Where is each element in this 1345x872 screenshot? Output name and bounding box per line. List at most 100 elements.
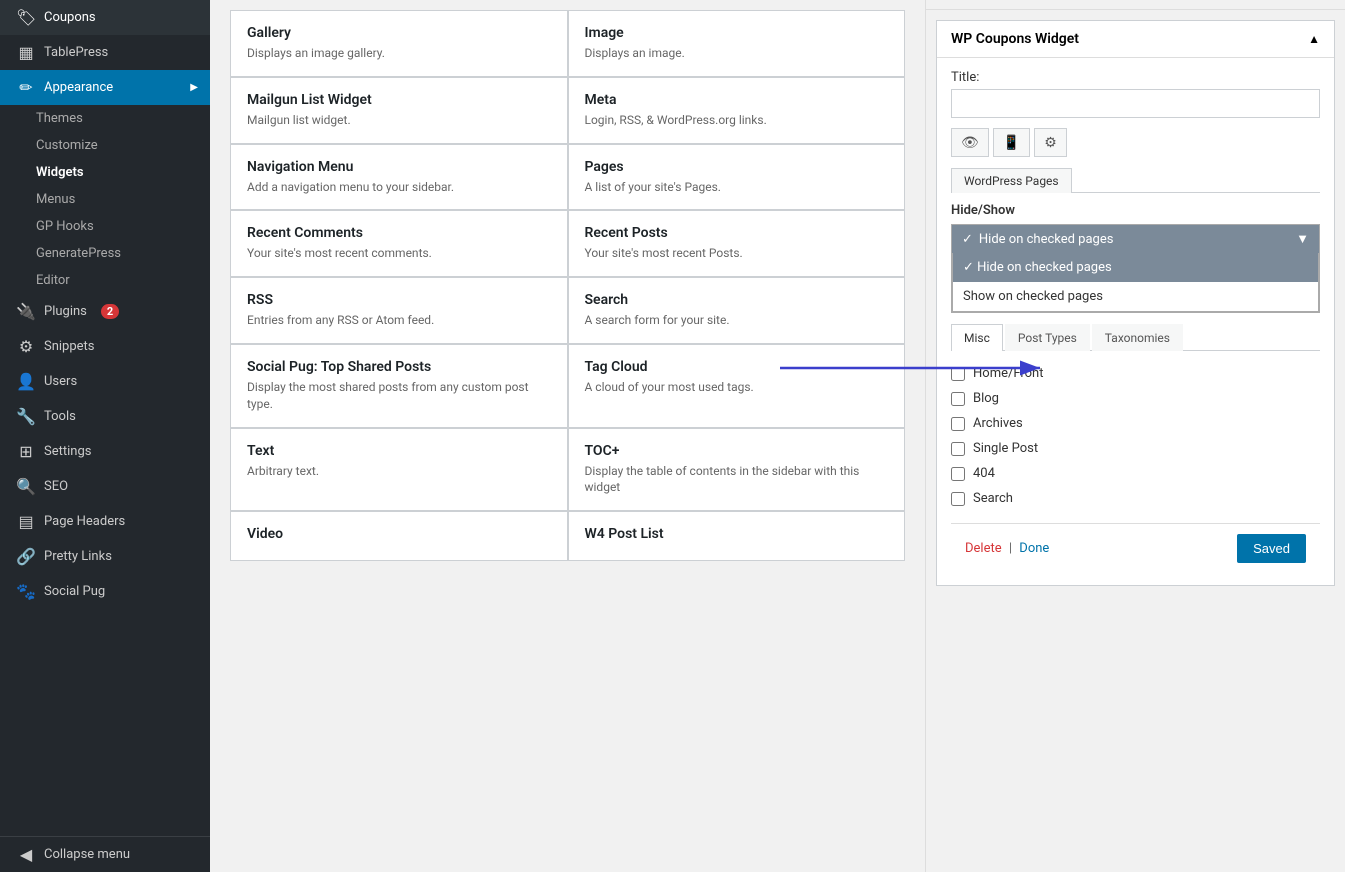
widget-body: Title: 👁 📱 ⚙ WordPress Pages Hide/Show xyxy=(937,58,1334,585)
widget-card-navigation-menu[interactable]: Navigation Menu Add a navigation menu to… xyxy=(230,144,568,211)
mobile-icon-btn[interactable]: 📱 xyxy=(993,128,1030,157)
widget-desc: A search form for your site. xyxy=(585,312,889,329)
widget-card-social-pug[interactable]: Social Pug: Top Shared Posts Display the… xyxy=(230,344,568,428)
dropdown-options: ✓ Hide on checked pages Show on checked … xyxy=(952,253,1319,312)
sidebar-item-page-headers[interactable]: ▤ Page Headers xyxy=(0,504,210,539)
widget-card-toc[interactable]: TOC+ Display the table of contents in th… xyxy=(568,428,906,512)
option-label: ✓ Hide on checked pages xyxy=(963,260,1112,275)
icon-row: 👁 📱 ⚙ xyxy=(951,128,1320,157)
sidebar-item-label: SEO xyxy=(44,479,68,494)
dropdown-selected-option[interactable]: ✓ Hide on checked pages ▼ xyxy=(952,225,1319,253)
checkbox-404-label: 404 xyxy=(973,466,995,481)
widget-card-gallery[interactable]: Gallery Displays an image gallery. xyxy=(230,10,568,77)
widget-card-text[interactable]: Text Arbitrary text. xyxy=(230,428,568,512)
checkmark-icon: ✓ xyxy=(962,232,973,247)
chevron-right-icon: ▶ xyxy=(190,82,198,93)
right-panel: WP Coupons Widget ▲ Title: 👁 📱 ⚙ WordPre… xyxy=(925,0,1345,872)
widget-card-mailgun[interactable]: Mailgun List Widget Mailgun list widget. xyxy=(230,77,568,144)
submenu-item-gp-hooks[interactable]: GP Hooks xyxy=(0,213,210,240)
footer-links: Delete | Done xyxy=(965,541,1049,556)
widget-desc: Display the table of contents in the sid… xyxy=(585,463,889,497)
wp-pages-tab[interactable]: WordPress Pages xyxy=(951,168,1072,193)
widget-card-tag-cloud[interactable]: Tag Cloud A cloud of your most used tags… xyxy=(568,344,906,428)
widget-card-search[interactable]: Search A search form for your site. xyxy=(568,277,906,344)
sidebar-item-seo[interactable]: 🔍 SEO xyxy=(0,469,210,504)
sidebar-item-snippets[interactable]: ⚙ Snippets xyxy=(0,329,210,364)
sidebar-item-tablepress[interactable]: ▦ TablePress xyxy=(0,35,210,70)
sidebar-item-collapse-menu[interactable]: ◀ Collapse menu xyxy=(0,836,210,872)
checkbox-single-post-input[interactable] xyxy=(951,442,965,456)
checkbox-archives: Archives xyxy=(951,411,1320,436)
done-link[interactable]: Done xyxy=(1019,541,1049,556)
widget-card-meta[interactable]: Meta Login, RSS, & WordPress.org links. xyxy=(568,77,906,144)
checkbox-blog-input[interactable] xyxy=(951,392,965,406)
sidebar-item-coupons[interactable]: 🏷 Coupons xyxy=(0,0,210,35)
sidebar-item-pretty-links[interactable]: 🔗 Pretty Links xyxy=(0,539,210,574)
widget-desc: Entries from any RSS or Atom feed. xyxy=(247,312,551,329)
delete-link[interactable]: Delete xyxy=(965,541,1002,556)
widget-title: Mailgun List Widget xyxy=(247,92,551,108)
checkbox-404-input[interactable] xyxy=(951,467,965,481)
widget-card-pages[interactable]: Pages A list of your site's Pages. xyxy=(568,144,906,211)
panel-footer: Delete | Done Saved xyxy=(951,523,1320,573)
misc-tab-taxonomies[interactable]: Taxonomies xyxy=(1092,324,1183,351)
title-label: Title: xyxy=(951,70,1320,85)
sidebar-item-settings[interactable]: ⊞ Settings xyxy=(0,434,210,469)
dropdown-option-show[interactable]: Show on checked pages xyxy=(953,282,1318,311)
checkbox-search-input[interactable] xyxy=(951,492,965,506)
appearance-icon: ✏ xyxy=(16,78,36,97)
sidebar-item-label: TablePress xyxy=(44,45,108,60)
submenu-item-generatepress[interactable]: GeneratePress xyxy=(0,240,210,267)
widget-card-recent-posts[interactable]: Recent Posts Your site's most recent Pos… xyxy=(568,210,906,277)
sidebar-item-label: Coupons xyxy=(44,10,96,25)
sidebar-item-social-pug[interactable]: 🐾 Social Pug xyxy=(0,574,210,609)
saved-button[interactable]: Saved xyxy=(1237,534,1306,563)
hide-show-label: Hide/Show xyxy=(951,203,1320,218)
widget-title: Image xyxy=(585,25,889,41)
appearance-submenu: Themes Customize Widgets Menus GP Hooks … xyxy=(0,105,210,294)
widget-title: RSS xyxy=(247,292,551,308)
checkbox-blog: Blog xyxy=(951,386,1320,411)
hide-show-dropdown[interactable]: ✓ Hide on checked pages ▼ ✓ Hide on chec… xyxy=(951,224,1320,313)
tools-icon: 🔧 xyxy=(16,407,36,426)
dropdown-option-hide[interactable]: ✓ Hide on checked pages xyxy=(953,253,1318,282)
users-icon: 👤 xyxy=(16,372,36,391)
sidebar-item-appearance[interactable]: ✏ Appearance ▶ xyxy=(0,70,210,105)
sidebar-item-label: Pretty Links xyxy=(44,549,112,564)
widget-card-image[interactable]: Image Displays an image. xyxy=(568,10,906,77)
widget-desc: Your site's most recent Posts. xyxy=(585,245,889,262)
checkbox-home-front: Home/Front xyxy=(951,361,1320,386)
checkbox-blog-label: Blog xyxy=(973,391,999,406)
option-label: Show on checked pages xyxy=(963,289,1103,304)
plugins-badge: 2 xyxy=(101,304,119,319)
checkbox-archives-input[interactable] xyxy=(951,417,965,431)
widget-desc: Mailgun list widget. xyxy=(247,112,551,129)
misc-tab-misc[interactable]: Misc xyxy=(951,324,1003,351)
widget-title: Recent Posts xyxy=(585,225,889,241)
submenu-item-customize[interactable]: Customize xyxy=(0,132,210,159)
submenu-item-themes[interactable]: Themes xyxy=(0,105,210,132)
widget-grid: Gallery Displays an image gallery. Image… xyxy=(230,10,905,561)
widget-card-rss[interactable]: RSS Entries from any RSS or Atom feed. xyxy=(230,277,568,344)
pretty-links-icon: 🔗 xyxy=(16,547,36,566)
sidebar-item-plugins[interactable]: 🔌 Plugins 2 xyxy=(0,294,210,329)
widget-card-recent-comments[interactable]: Recent Comments Your site's most recent … xyxy=(230,210,568,277)
widget-card-w4-post-list[interactable]: W4 Post List xyxy=(568,511,906,561)
checkbox-home-front-input[interactable] xyxy=(951,367,965,381)
submenu-item-menus[interactable]: Menus xyxy=(0,186,210,213)
misc-tab-post-types[interactable]: Post Types xyxy=(1005,324,1090,351)
submenu-item-editor[interactable]: Editor xyxy=(0,267,210,294)
settings-icon-btn[interactable]: ⚙ xyxy=(1034,128,1067,157)
sidebar-item-tools[interactable]: 🔧 Tools xyxy=(0,399,210,434)
title-input[interactable] xyxy=(951,89,1320,118)
widget-card-video[interactable]: Video xyxy=(230,511,568,561)
submenu-item-widgets[interactable]: Widgets xyxy=(0,159,210,186)
eye-icon-btn[interactable]: 👁 xyxy=(951,128,989,157)
collapse-widget-icon[interactable]: ▲ xyxy=(1308,32,1320,46)
checkbox-search-label: Search xyxy=(973,491,1013,506)
widget-title: Video xyxy=(247,526,551,542)
sidebar-item-label: Snippets xyxy=(44,339,95,354)
widget-panel-title: WP Coupons Widget xyxy=(951,31,1079,47)
checkboxes-area: Home/Front Blog Archives Single Post xyxy=(951,351,1320,515)
sidebar-item-users[interactable]: 👤 Users xyxy=(0,364,210,399)
